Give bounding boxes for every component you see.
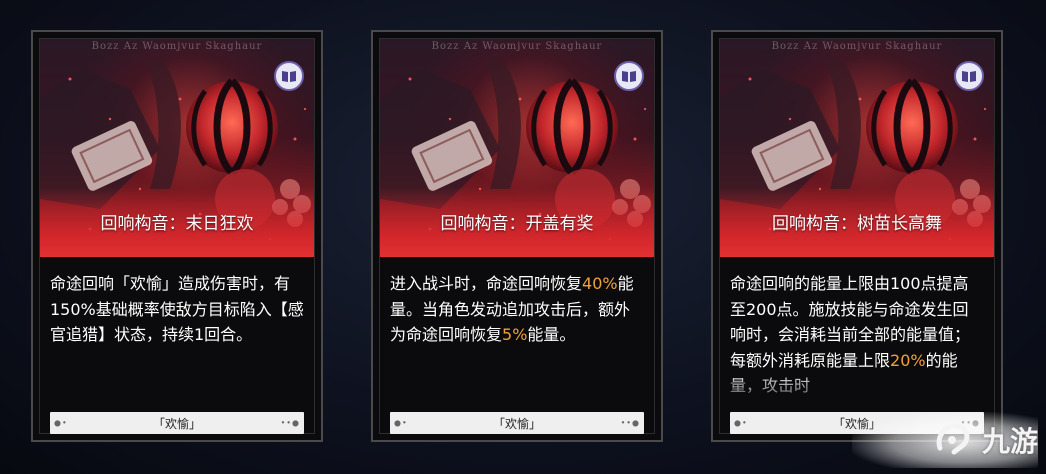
highlight-value: 5% — [502, 325, 528, 344]
tag-dots-left: ●• — [394, 418, 408, 428]
echo-card[interactable]: Bozz Az Waomjvur Skaghaur 回响构音：开盖有奖进入战斗时，… — [371, 30, 663, 442]
echo-card[interactable]: Bozz Az Waomjvur Skaghaur 回响构音：树苗长高舞 命途回响的… — [711, 30, 1003, 442]
card-description: 命途回响「欢愉」造成伤害时，有150%基础概率使敌方目标陷入【感官追猎】状态，持… — [50, 271, 304, 348]
tag-dots-left: ●• — [54, 418, 68, 428]
card-title: 回响构音：树苗长高舞 — [772, 214, 942, 233]
book-icon-button[interactable] — [954, 61, 984, 91]
card-title: 回响构音：末日狂欢 — [100, 214, 254, 233]
watermark-text: 九游 — [981, 426, 1038, 457]
card-art: Bozz Az Waomjvur Skaghaur 回响构音：树苗长高舞 — [720, 39, 994, 257]
description-text: 进入战斗时，命途回响恢复 — [390, 274, 583, 293]
card-frame: Bozz Az Waomjvur Skaghaur 回响构音：末日狂欢命途回响「欢… — [39, 38, 315, 434]
nine-game-logo-icon — [936, 423, 970, 455]
scroll-fade — [728, 369, 986, 409]
card-frame: Bozz Az Waomjvur Skaghaur 回响构音：开盖有奖进入战斗时，… — [379, 38, 655, 434]
book-icon — [622, 71, 636, 82]
card-art: Bozz Az Waomjvur Skaghaur 回响构音：末日狂欢 — [40, 39, 314, 257]
card-description: 进入战斗时，命途回响恢复40%能量。当角色发动追加攻击后，额外为命途回响恢复5%… — [390, 271, 644, 348]
path-tag: ●• 「欢愉」 ••● — [390, 412, 644, 434]
card-title: 回响构音：开盖有奖 — [440, 214, 594, 233]
highlight-value: 20% — [890, 350, 926, 370]
book-icon — [282, 71, 296, 82]
highlight-value: 40% — [582, 274, 618, 293]
art-script-text: Bozz Az Waomjvur Skaghaur — [771, 41, 943, 52]
tag-dots-left: ●• — [734, 418, 748, 428]
book-icon-button[interactable] — [274, 61, 304, 91]
echo-card[interactable]: Bozz Az Waomjvur Skaghaur 回响构音：末日狂欢命途回响「欢… — [31, 30, 323, 442]
art-script-text: Bozz Az Waomjvur Skaghaur — [91, 41, 263, 52]
watermark: 九游 — [852, 412, 1038, 468]
book-icon — [962, 71, 976, 82]
tag-label: 「欢愉」 — [492, 416, 541, 431]
description-text: 命途回响「欢愉」造成伤害时，有150%基础概率使敌方目标陷入【感官追猎】状态，持… — [50, 274, 304, 344]
tag-dots-right: ••● — [280, 418, 300, 428]
card-art: Bozz Az Waomjvur Skaghaur 回响构音：开盖有奖 — [380, 39, 654, 257]
card-frame: Bozz Az Waomjvur Skaghaur 回响构音：树苗长高舞 命途回响的… — [719, 38, 995, 434]
description-text: 能量。 — [527, 325, 576, 344]
tag-label: 「欢愉」 — [152, 416, 201, 431]
tag-dots-right: ••● — [620, 418, 640, 428]
art-script-text: Bozz Az Waomjvur Skaghaur — [431, 41, 603, 52]
path-tag: ●• 「欢愉」 ••● — [50, 412, 304, 434]
book-icon-button[interactable] — [614, 61, 644, 91]
